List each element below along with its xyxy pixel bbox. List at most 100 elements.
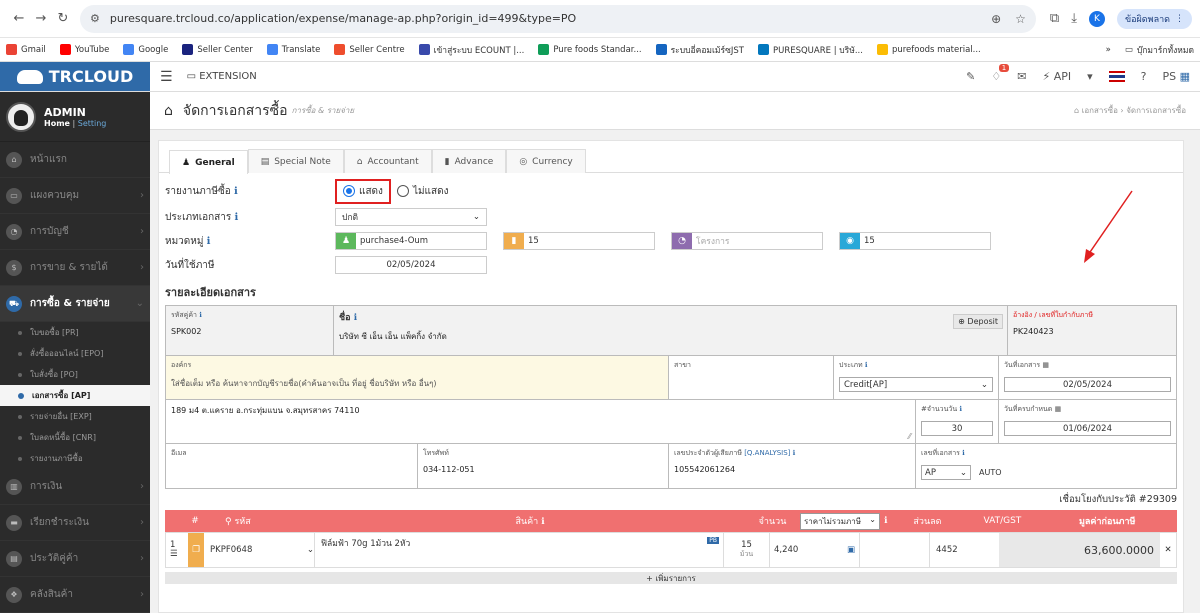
breadcrumb-link[interactable]: เอกสารซื้อ	[1082, 106, 1118, 115]
hide-radio[interactable]	[396, 185, 409, 197]
tab-special-note[interactable]: ▤ Special Note	[247, 149, 344, 173]
sidebar-item-home[interactable]: ⌂ หน้าแรก	[0, 142, 150, 178]
extensions-icon[interactable]: ⧉	[1050, 11, 1059, 26]
sidebar-sub-exp[interactable]: รายจ่ายอื่น [EXP]	[0, 406, 150, 427]
home-icon[interactable]: ⌂	[164, 103, 173, 119]
address-bar[interactable]: ⚙ puresquare.trcloud.co/application/expe…	[80, 4, 1036, 33]
back-icon[interactable]: ←	[8, 8, 30, 30]
bookmark-star-icon[interactable]: ☆	[1015, 12, 1026, 26]
sidebar-item-dashboard[interactable]: ▭ แผงควบคุม ›	[0, 178, 150, 214]
history-link[interactable]: เชื่อมโยงกับประวัติ #29309	[159, 489, 1183, 510]
delete-row-icon[interactable]: ✕	[1160, 545, 1176, 555]
sidebar-sub-epo[interactable]: สั่งซื้อออนไลน์ [EPO]	[0, 343, 150, 364]
tab-currency[interactable]: ◎ Currency	[506, 149, 586, 173]
mail-icon[interactable]: ✉	[1017, 70, 1026, 83]
phone-cell[interactable]: โทรศัพท์ 034-112-051	[418, 444, 669, 488]
sidebar-item-partners[interactable]: ▤ ประวัติคู่ค้า ›	[0, 541, 150, 577]
info-icon: ℹ	[792, 449, 796, 457]
bookmark-drive[interactable]: purefoods material...	[876, 44, 981, 55]
help-icon[interactable]: ?	[1141, 70, 1147, 83]
sidebar-sub-ap[interactable]: เอกสารซื้อ [AP]	[0, 385, 150, 406]
partner-name-cell[interactable]: ชื่อ ℹ บริษัท ซี เอ็น เอ็น แพ็คกิ้ง จำกั…	[334, 306, 1008, 355]
due-input[interactable]: 01/06/2024	[1004, 421, 1171, 436]
sidebar-sub-cnr[interactable]: ใบลดหนี้ซื้อ [CNR]	[0, 427, 150, 448]
forward-icon[interactable]: →	[30, 8, 52, 30]
bookmark-translate[interactable]: Translate	[266, 44, 320, 55]
price-field[interactable]: 4,240 ▣	[769, 533, 859, 567]
sidebar-item-purchase[interactable]: ⛟ การซื้อ & รายจ่าย ⌄	[0, 286, 150, 322]
update-button[interactable]: ข้อผิดพลาด ⋮	[1116, 8, 1192, 29]
taxdate-input[interactable]: 02/05/2024	[335, 256, 487, 274]
sidebar-item-accounting[interactable]: ◔ การบัญชี ›	[0, 214, 150, 250]
tab-accountant[interactable]: ⌂ Accountant	[343, 149, 432, 173]
bookmark-jst[interactable]: ระบบอี่คอมเม้ร์ซJST	[655, 43, 744, 57]
bookmark-gmail[interactable]: Gmail	[6, 44, 46, 55]
qty-field[interactable]: 15 ม้วน	[724, 540, 769, 560]
q-analysis-link[interactable]: [Q.ANALYSIS]	[744, 449, 790, 457]
user-menu[interactable]: PS ▦	[1162, 70, 1190, 83]
bookmark-seller-center[interactable]: Seller Center	[182, 44, 253, 55]
price-mode-select[interactable]: ราคาไม่รวมภาษี ⌄	[800, 512, 880, 530]
organization-cell[interactable]: องค์กร ใส่ชื่อเต็ม หรือ ค้นหาจากบัญชีรายช…	[166, 356, 669, 399]
bookmark-seller-centre[interactable]: Seller Centre	[334, 44, 405, 55]
sidebar-item-finance[interactable]: ▥ การเงิน ›	[0, 469, 150, 505]
docdate-input[interactable]: 02/05/2024	[1004, 377, 1171, 392]
show-radio[interactable]	[343, 185, 355, 197]
sidebar-sub-pr[interactable]: ใบขอซื้อ [PR]	[0, 322, 150, 343]
product-code-select[interactable]: PKPF0648 ⌄	[204, 545, 314, 555]
days-input[interactable]: 30	[921, 421, 993, 436]
product-name-field[interactable]: ฟิล์มฟ้า 70g 1ม้วน 2หัว PB	[314, 533, 724, 567]
notification-bell-icon[interactable]: ♢ 1	[991, 64, 1010, 83]
menu-toggle-icon[interactable]: ☰	[160, 69, 173, 85]
group-a-field[interactable]: ▮ 15	[503, 232, 655, 250]
branch-cell[interactable]: สาขา	[669, 356, 834, 399]
bookmark-puresquare[interactable]: PURESQUARE | บริษั...	[757, 43, 863, 57]
sidebar-sub-tax-report[interactable]: รายงานภาษีซื้อ	[0, 448, 150, 469]
tools-icon[interactable]: ✎	[966, 70, 975, 83]
bookmark-ecount[interactable]: เข้าสู่ระบบ ECOUNT |...	[418, 43, 524, 57]
taxid-cell[interactable]: เลขประจำตัวผู้เสียภาษี [Q.ANALYSIS] ℹ 105…	[669, 444, 916, 488]
bookmark-purefoods[interactable]: Pure foods Standar...	[538, 44, 642, 55]
extension-button[interactable]: ▭ EXTENSION	[187, 71, 257, 82]
sidebar-item-sales[interactable]: $ การขาย & รายได้ ›	[0, 250, 150, 286]
site-settings-icon[interactable]: ⚙	[90, 12, 100, 25]
sidebar-sub-po[interactable]: ใบสั่งซื้อ [PO]	[0, 364, 150, 385]
add-row-button[interactable]: + เพิ่มรายการ	[165, 572, 1177, 584]
download-icon[interactable]: ⤓	[1071, 11, 1077, 26]
home-link[interactable]: Home	[44, 119, 70, 128]
group-user-field[interactable]: ♟ purchase4-Oum	[335, 232, 487, 250]
sidebar: ADMIN Home | Setting ⌂ หน้าแรก ▭ แผงควบคุม…	[0, 92, 150, 613]
doctype-select[interactable]: ปกติ ⌄	[335, 208, 487, 226]
vat-field[interactable]: 4452	[929, 533, 999, 567]
group-b-field[interactable]: ◉ 15	[839, 232, 991, 250]
drag-handle-icon[interactable]: ☰	[170, 549, 178, 559]
project-field[interactable]: ◔ โครงการ	[671, 232, 823, 250]
sidebar-item-billing[interactable]: ▬ เรียกชำระเงิน ›	[0, 505, 150, 541]
profile-avatar[interactable]: K	[1088, 10, 1105, 27]
partner-code-cell[interactable]: รหัสคู่ค้า ℹ SPK002	[166, 306, 334, 355]
resize-handle-icon[interactable]: ⁄⁄	[908, 432, 911, 441]
docno-select[interactable]: AP ⌄	[921, 465, 971, 480]
reference-cell[interactable]: อ้างอิง / เลขที่ใบกำกับภาษี PK240423	[1008, 306, 1176, 355]
email-cell[interactable]: อีเมล	[166, 444, 418, 488]
deposit-button[interactable]: ⊕ Deposit	[953, 314, 1003, 329]
thai-flag-icon[interactable]	[1108, 71, 1125, 82]
bookmark-youtube[interactable]: YouTube	[59, 44, 109, 55]
calculator-icon[interactable]: ▣	[847, 545, 859, 555]
bookmarks-overflow-icon[interactable]: »	[1106, 45, 1111, 55]
copy-icon[interactable]: ❐	[188, 533, 204, 567]
api-button[interactable]: ⚡ API	[1042, 70, 1071, 83]
zoom-icon[interactable]: ⊕	[991, 12, 1001, 26]
type-select[interactable]: Credit[AP] ⌄	[839, 377, 993, 392]
address-cell[interactable]: 189 ม4 ต.แคราย อ.กระทุ่มแบน จ.สมุทรสาคร …	[166, 400, 916, 443]
tab-advance[interactable]: ▮ Advance	[431, 149, 507, 173]
bookmark-google[interactable]: Google	[123, 44, 168, 55]
dropdown-caret-icon[interactable]: ▾	[1087, 70, 1093, 83]
logo[interactable]: TRCLOUD	[0, 62, 150, 91]
tab-general[interactable]: ♟ General	[169, 150, 248, 174]
setting-link[interactable]: Setting	[78, 119, 107, 128]
all-bookmarks[interactable]: ▭ บุ๊กมาร์กทั้งหมด	[1125, 43, 1194, 57]
reload-icon[interactable]: ↻	[52, 8, 74, 30]
sidebar-item-inventory[interactable]: ❖ คลังสินค้า ›	[0, 577, 150, 613]
discount-field[interactable]	[859, 533, 929, 567]
